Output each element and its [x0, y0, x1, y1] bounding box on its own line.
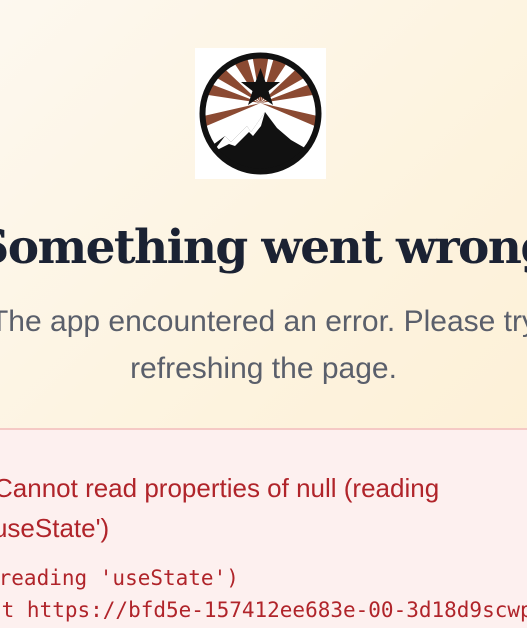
- app-logo: [195, 48, 326, 179]
- error-description: Cannot read properties of null (reading …: [0, 468, 439, 548]
- error-description-line-1: Cannot read properties of null (reading: [0, 473, 440, 503]
- stack-trace-line-1: (reading 'useState'): [0, 566, 239, 590]
- error-stack-trace: (reading 'useState') at https://bfd5e-15…: [0, 562, 527, 626]
- error-message: The app encountered an error. Please try…: [0, 298, 527, 392]
- error-title: Something went wrong: [0, 220, 527, 275]
- error-message-line-1: The app encountered an error. Please try: [0, 305, 527, 338]
- error-details-panel: Cannot read properties of null (reading …: [0, 428, 527, 628]
- stack-trace-line-2: at https://bfd5e-157412ee683e-00-3d18d9s…: [0, 598, 527, 622]
- error-message-line-2: refreshing the page.: [130, 352, 397, 385]
- star-mountain-logo-icon: [199, 52, 322, 175]
- error-description-line-2: 'useState'): [0, 513, 110, 543]
